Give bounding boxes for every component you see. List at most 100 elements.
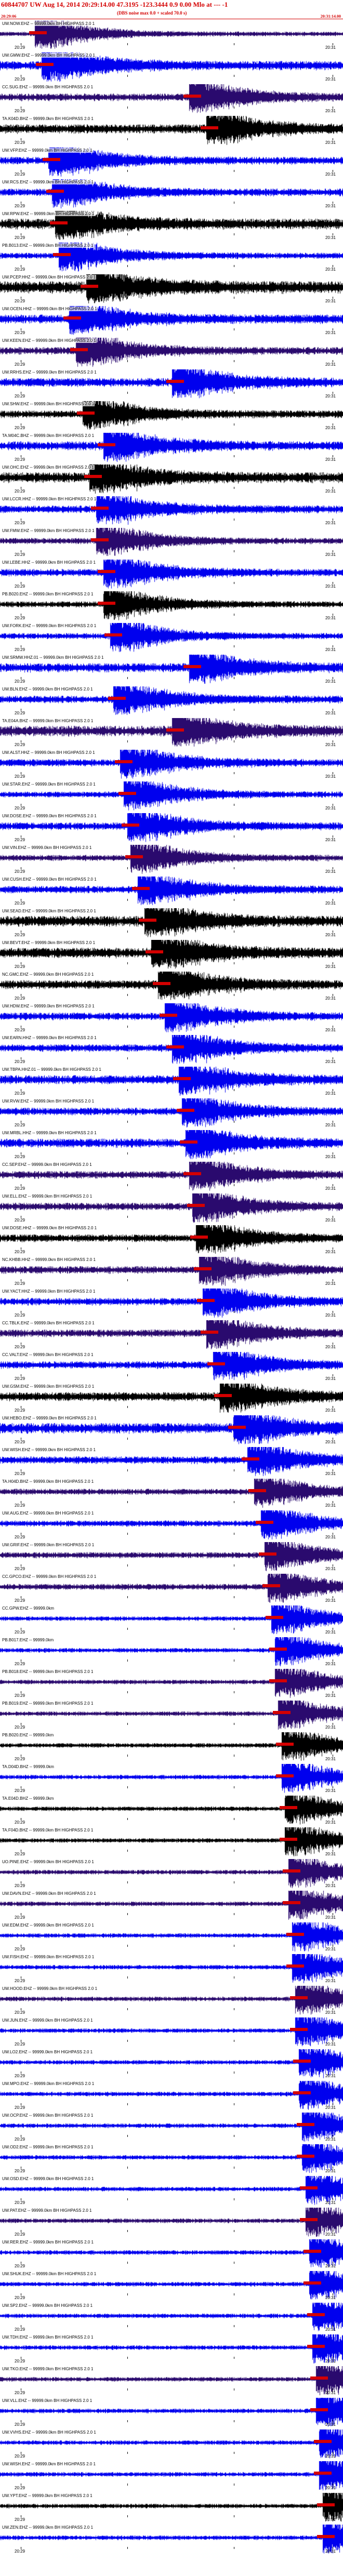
time-label-right: 20:31 (325, 1123, 336, 1127)
trace-label: UW.OHC.EHZ -- 99999.0km BH HIGHPASS 2.0 … (2, 465, 95, 470)
time-label-right: 20:31 (325, 235, 336, 240)
trace-row: UW.WISH.EHZ -- 99999.0km BH HIGHPASS 2.0… (0, 2461, 343, 2493)
time-tick (127, 1818, 128, 1820)
time-label-left: 20:29 (15, 2391, 25, 2395)
time-tick (127, 487, 128, 489)
time-label-right: 20:31 (325, 2232, 336, 2237)
time-label-right: 20:31 (325, 2169, 336, 2173)
phase-pick-marker (118, 791, 136, 795)
time-label-left: 20:29 (15, 1186, 25, 1191)
time-label-right: 20:31 (325, 1820, 336, 1825)
time-label-right: 20:31 (325, 552, 336, 557)
trace-label: PB.B020.EHZ -- 99999.0km BH HIGHPASS 2.0… (2, 592, 94, 596)
time-label-right: 20:31 (325, 1186, 336, 1191)
time-label-right: 20:31 (325, 1345, 336, 1349)
phase-pick-marker (289, 1996, 308, 1999)
phase-pick-marker (146, 950, 164, 953)
time-label-right: 20:31 (325, 1566, 336, 1571)
phase-pick-marker (190, 1235, 208, 1239)
time-tick (127, 2420, 128, 2422)
time-label-right: 20:31 (325, 77, 336, 82)
phase-pick-marker (166, 728, 184, 732)
time-label-right: 20:31 (325, 1281, 336, 1286)
trace-label: UW.GSM.EHZ -- 99999.0km BH HIGHPASS 2.0 … (2, 1384, 95, 1389)
trace-label: UW.OCEN.HHZ -- 99999.0km BH HIGHPASS 2.0… (2, 307, 98, 311)
time-label-right: 20:31 (325, 2517, 336, 2522)
trace-row: UW.SHW.EHZ -- 99999.0km BH HIGHPASS 2.0 … (0, 401, 343, 433)
time-label-right: 20:31 (325, 1028, 336, 1032)
time-label-right: 20:31 (325, 1154, 336, 1159)
trace-label: TA.E04A.BHZ -- 99999.0km BH HIGHPASS 2.0… (2, 719, 94, 723)
time-label-right: 20:31 (325, 362, 336, 367)
time-tick (127, 962, 128, 964)
time-label-right: 20:31 (325, 394, 336, 399)
time-tick (127, 740, 128, 742)
trace-row: CC.SEP.EHZ -- 99999.0km BH HIGHPASS 2.0 … (0, 1162, 343, 1193)
time-label-right: 20:31 (325, 806, 336, 811)
time-tick (127, 392, 128, 394)
time-tick (127, 233, 128, 235)
phase-pick-marker (266, 1615, 284, 1619)
phase-pick-marker (293, 2059, 311, 2063)
trace-row: TA.D04D.BHZ -- 99999.0km 20:29 20:31 (0, 1764, 343, 1796)
trace-label: UW.CUSH.EHZ -- 99999.0km BH HIGHPASS 2.0… (2, 877, 97, 882)
trace-row: UW.EDM.EHZ -- 99999.0km BH HIGHPASS 2.0 … (0, 1922, 343, 1954)
phase-pick-marker (104, 633, 123, 636)
time-label-right: 20:31 (325, 1693, 336, 1698)
time-tick (127, 1152, 128, 1154)
time-label-left: 20:29 (15, 838, 25, 842)
time-label-left: 20:29 (15, 1598, 25, 1603)
time-label-right: 20:31 (325, 996, 336, 1001)
time-label-left: 20:29 (15, 1503, 25, 1508)
time-label-left: 20:29 (15, 2042, 25, 2047)
trace-row: UW.VLL.EHZ -- 99999.0km BH HIGHPASS 2.0 … (0, 2398, 343, 2429)
time-tick (127, 1755, 128, 1757)
time-label-left: 20:29 (15, 1091, 25, 1096)
time-label-right: 20:31 (325, 489, 336, 494)
time-label-left: 20:29 (15, 1440, 25, 1444)
time-label-left: 20:29 (15, 1408, 25, 1413)
time-label-left: 20:29 (15, 774, 25, 779)
time-tick (127, 1628, 128, 1630)
phase-pick-marker (304, 2249, 321, 2253)
phase-pick-marker (36, 62, 54, 66)
trace-label: NC.GMC.EHZ -- 99999.0km BH HIGHPASS 2.0 … (2, 972, 95, 977)
trace-label: TA.M04C.BHZ -- 99999.0km BH HIGHPASS 2.0… (2, 433, 95, 438)
phase-pick-marker (286, 1964, 304, 1968)
trace-row: UW.RCS.EHZ -- 99999.0km BH HIGHPASS 2.0 … (0, 179, 343, 211)
time-label-right: 20:31 (325, 1757, 336, 1761)
trace-row: UW.HDW.EHZ -- 99999.0km BH HIGHPASS 2.0 … (0, 1003, 343, 1035)
start-time: 20:29:06 (1, 14, 17, 19)
phase-pick-marker (296, 2154, 314, 2158)
trace-row: UW.STAR.EHZ -- 99999.0km BH HIGHPASS 2.0… (0, 781, 343, 813)
time-label-left: 20:29 (15, 2232, 25, 2237)
trace-row: UW.GRIF.EHZ -- 99999.0km BH HIGHPASS 2.0… (0, 1542, 343, 1574)
trace-label: UW.RVW.EHZ -- 99999.0km BH HIGHPASS 2.0 … (2, 1099, 95, 1104)
time-label-right: 20:31 (325, 1662, 336, 1666)
phase-pick-marker (207, 1362, 226, 1365)
time-label-left: 20:29 (15, 235, 25, 240)
time-tick (127, 1786, 128, 1788)
phase-pick-marker (46, 189, 64, 193)
trace-row: UW.JUN.EHZ -- 99999.0km BH HIGHPASS 2.0 … (0, 2017, 343, 2049)
header: 60844707 UW Aug 14, 2014 20:29:14.00 47.… (0, 0, 343, 20)
trace-row: UW.DOSE.HHZ -- 99999.0km BH HIGHPASS 2.0… (0, 1225, 343, 1257)
time-label-right: 20:31 (325, 1947, 336, 1951)
time-tick (127, 1723, 128, 1725)
trace-label: UW.NOW.EHZ -- 99999.0km BH HIGHPASS 2.0 … (2, 21, 96, 26)
trace-label: UW.DOSE.EHZ -- 99999.0km BH HIGHPASS 2.0… (2, 814, 97, 818)
time-tick (127, 2293, 128, 2295)
time-label-right: 20:31 (325, 1852, 336, 1856)
time-label-left: 20:29 (15, 1059, 25, 1064)
time-tick (127, 1311, 128, 1313)
time-label-left: 20:29 (15, 2454, 25, 2459)
time-label-left: 20:29 (15, 77, 25, 82)
time-label-right: 20:31 (325, 1471, 336, 1476)
time-label-left: 20:29 (15, 2074, 25, 2078)
time-tick (127, 1374, 128, 1376)
trace-label: UW.EARN.HHZ -- 99999.0km BH HIGHPASS 2.0… (2, 1035, 97, 1040)
time-tick (127, 1026, 128, 1028)
time-label-left: 20:29 (15, 172, 25, 177)
trace-row: UW.YACT.HHZ -- 99999.0km BH HIGHPASS 2.0… (0, 1289, 343, 1320)
time-tick (127, 1596, 128, 1598)
